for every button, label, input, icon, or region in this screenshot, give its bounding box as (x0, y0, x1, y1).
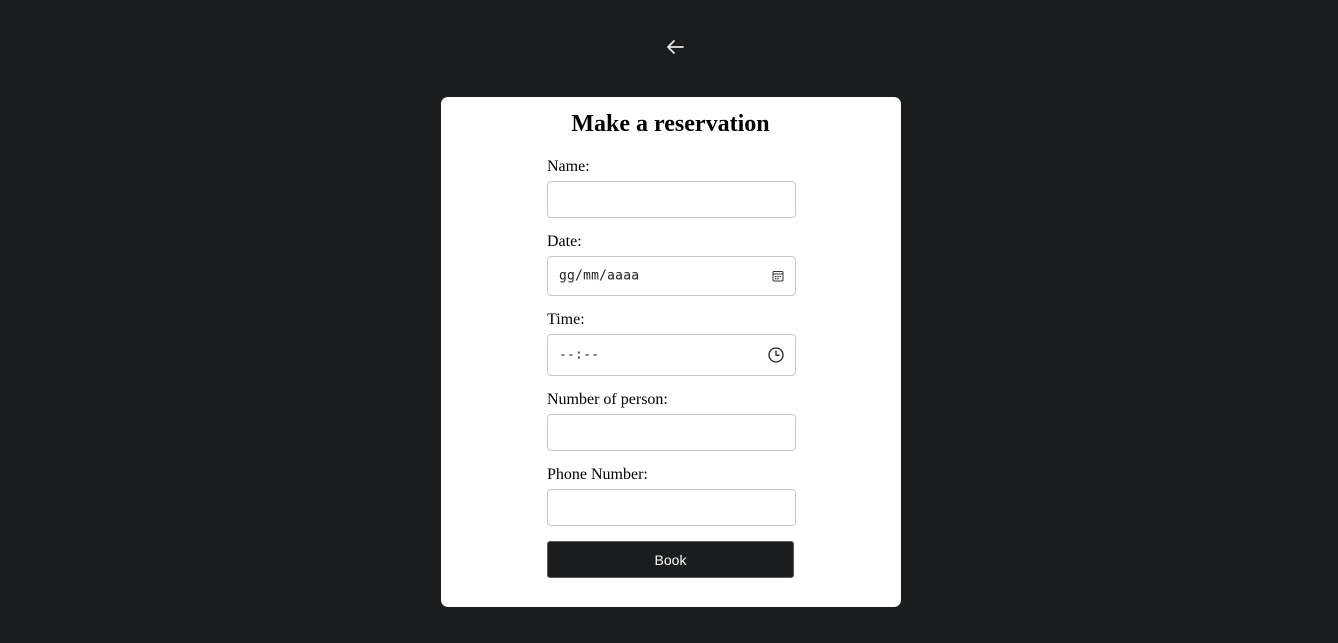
time-input[interactable]: --:-- (547, 334, 796, 376)
time-placeholder: --:-- (559, 347, 600, 363)
page-title: Make a reservation (571, 111, 770, 137)
time-label: Time: (547, 311, 585, 328)
phone-input[interactable] (547, 489, 796, 526)
back-button[interactable] (663, 38, 687, 60)
phone-label: Phone Number: (547, 466, 648, 483)
date-placeholder: gg/mm/aaaa (559, 268, 640, 284)
persons-label: Number of person: (547, 391, 668, 408)
date-label: Date: (547, 233, 582, 250)
name-label: Name: (547, 158, 590, 175)
name-input[interactable] (547, 181, 796, 218)
clock-icon[interactable] (768, 347, 784, 363)
persons-input[interactable] (547, 414, 796, 451)
book-button[interactable]: Book (547, 541, 794, 578)
arrow-left-icon (665, 39, 685, 60)
calendar-icon[interactable] (772, 270, 784, 282)
date-input[interactable]: gg/mm/aaaa (547, 256, 796, 296)
